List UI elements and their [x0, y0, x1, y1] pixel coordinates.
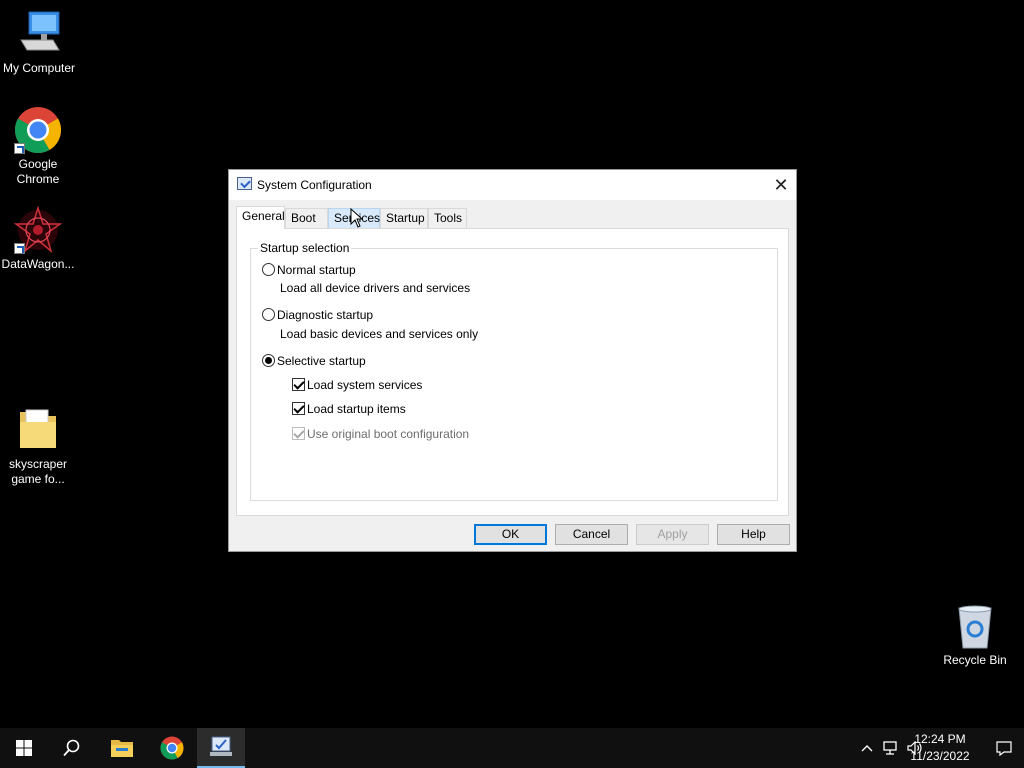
desktop-icon-skyscraper-folder[interactable]: skyscraper game fo...: [0, 406, 76, 487]
selective-startup-radio[interactable]: [262, 354, 275, 367]
clock-time: 12:24 PM: [914, 732, 966, 746]
chevron-up-icon[interactable]: [857, 738, 877, 758]
dialog-titlebar[interactable]: System Configuration ✕: [229, 170, 796, 200]
tab-tools[interactable]: Tools: [428, 208, 467, 228]
startup-selection-group: Startup selection Normal startup Load al…: [250, 241, 778, 501]
datawagon-icon: [13, 205, 63, 254]
windows-logo-icon: [16, 740, 32, 756]
tab-boot[interactable]: Boot: [285, 208, 328, 228]
start-button[interactable]: [0, 728, 48, 768]
desktop-icon-my-computer[interactable]: My Computer: [1, 10, 77, 76]
chrome-icon: [160, 736, 184, 760]
cancel-button[interactable]: Cancel: [555, 524, 628, 545]
desktop-icon-label: Recycle Bin: [943, 653, 1007, 667]
help-button[interactable]: Help: [717, 524, 790, 545]
msconfig-icon: [210, 736, 232, 756]
group-title: Startup selection: [258, 241, 352, 255]
taskbar-system-configuration[interactable]: [197, 728, 245, 768]
diagnostic-startup-description: Load basic devices and services only: [280, 327, 479, 341]
use-original-boot-config-label: Use original boot configuration: [307, 427, 470, 441]
apply-button: Apply: [636, 524, 709, 545]
file-explorer-icon: [111, 740, 133, 757]
use-original-boot-config-checkbox: [292, 427, 305, 440]
network-icon[interactable]: [881, 738, 901, 758]
selective-startup-label[interactable]: Selective startup: [277, 354, 366, 368]
diagnostic-startup-radio[interactable]: [262, 308, 275, 321]
general-tab-panel: Startup selection Normal startup Load al…: [236, 228, 789, 516]
system-tray: 12:24 PM 11/23/2022: [824, 728, 1024, 768]
load-startup-items-label[interactable]: Load startup items: [307, 402, 406, 416]
load-startup-items-checkbox[interactable]: [292, 402, 305, 415]
ok-button[interactable]: OK: [474, 524, 547, 545]
shortcut-arrow-icon: [14, 143, 25, 154]
desktop-icon-datawagon[interactable]: DataWagon...: [0, 205, 76, 272]
desktop-icon-google-chrome[interactable]: Google Chrome: [0, 106, 76, 187]
load-system-services-label[interactable]: Load system services: [307, 378, 422, 392]
computer-icon: [15, 10, 63, 58]
taskbar: 12:24 PM 11/23/2022: [0, 728, 1024, 768]
desktop-icon-label: skyscraper game fo...: [8, 457, 67, 486]
recycle-bin-icon: [951, 602, 999, 650]
load-system-services-checkbox[interactable]: [292, 378, 305, 391]
taskbar-file-explorer[interactable]: [98, 728, 146, 768]
notification-center-icon[interactable]: [994, 738, 1014, 758]
tab-startup[interactable]: Startup: [380, 208, 428, 228]
dialog-title: System Configuration: [257, 178, 372, 192]
taskbar-clock[interactable]: 12:24 PM 11/23/2022: [904, 731, 976, 765]
system-configuration-dialog: System Configuration ✕ General Boot Serv…: [228, 169, 797, 552]
tab-general[interactable]: General: [236, 206, 285, 229]
search-icon: [63, 739, 80, 757]
mouse-cursor-icon: [350, 208, 364, 228]
desktop-icon-label: My Computer: [2, 61, 76, 75]
diagnostic-startup-label[interactable]: Diagnostic startup: [277, 308, 373, 322]
desktop-icon-label: Google Chrome: [16, 157, 60, 186]
normal-startup-radio[interactable]: [262, 263, 275, 276]
normal-startup-description: Load all device drivers and services: [280, 281, 471, 295]
close-icon[interactable]: ✕: [766, 170, 796, 200]
desktop-icon-recycle-bin[interactable]: Recycle Bin: [937, 602, 1013, 668]
clock-date: 11/23/2022: [910, 749, 970, 763]
shortcut-arrow-icon: [14, 243, 25, 254]
msconfig-icon: [237, 177, 252, 190]
chrome-icon: [14, 106, 62, 154]
folder-icon: [14, 406, 62, 454]
normal-startup-label[interactable]: Normal startup: [277, 263, 356, 277]
taskbar-chrome[interactable]: [148, 728, 196, 768]
desktop-icon-label: DataWagon...: [1, 257, 75, 271]
search-button[interactable]: [48, 728, 96, 768]
